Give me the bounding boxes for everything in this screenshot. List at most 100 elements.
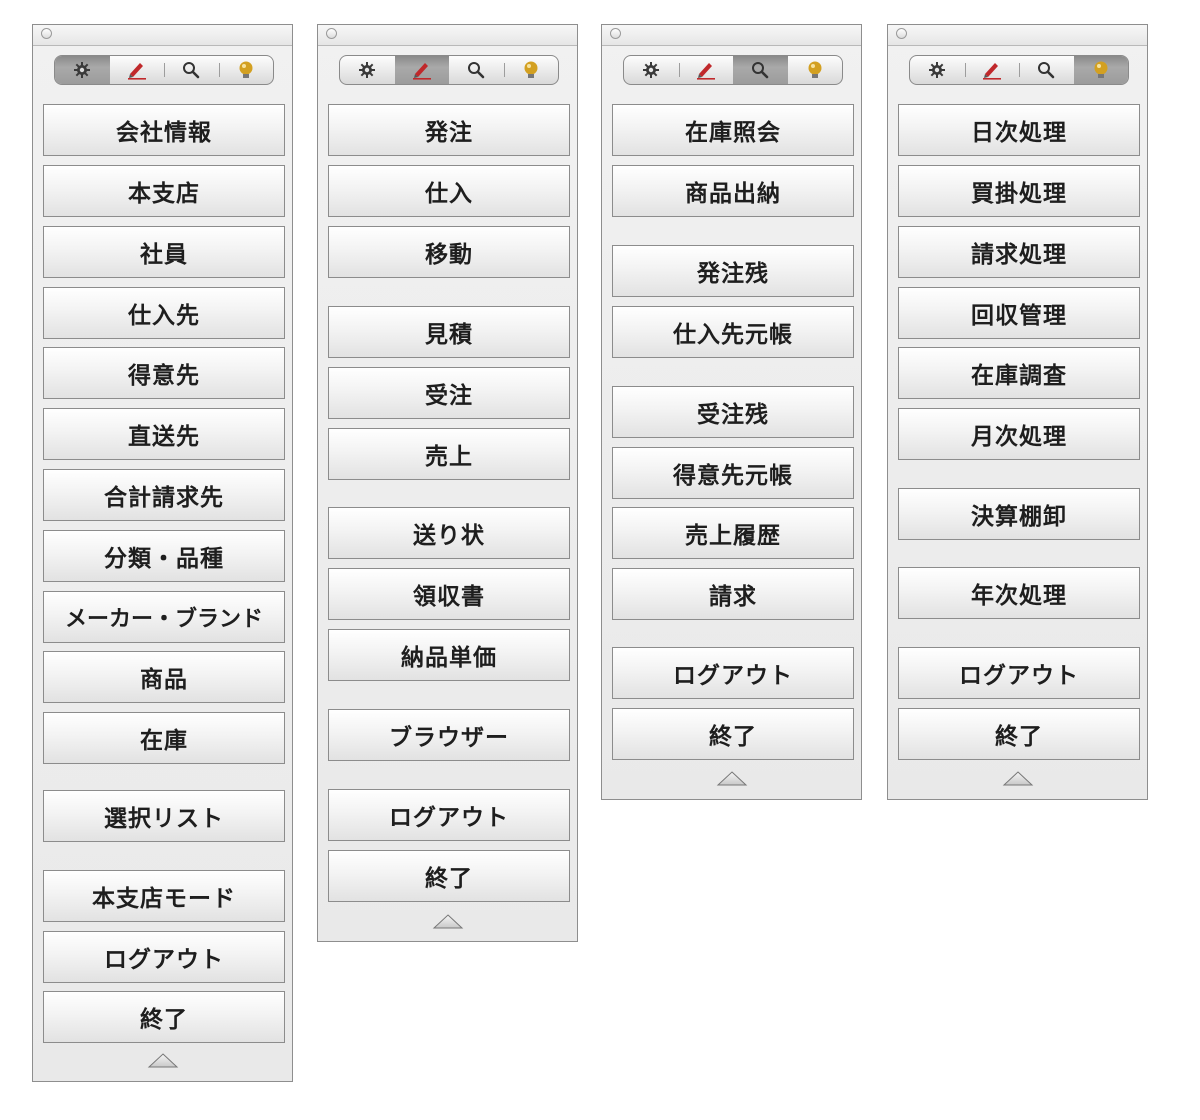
menu-button[interactable]: 売上履歴 — [612, 507, 854, 559]
menu-button[interactable]: 本支店モード — [43, 870, 285, 922]
menu-button[interactable]: 在庫調査 — [898, 347, 1140, 399]
pencil-icon — [126, 60, 148, 80]
menu-button[interactable]: 在庫照会 — [612, 104, 854, 156]
logout-button[interactable]: ログアウト — [898, 647, 1140, 699]
menu-panel-processing: 日次処理 買掛処理 請求処理 回収管理 在庫調査 月次処理 決算棚卸 年次処理 … — [887, 24, 1148, 800]
menu-button[interactable]: 受注 — [328, 367, 570, 419]
logout-button[interactable]: ログアウト — [328, 789, 570, 841]
tab-settings[interactable] — [340, 56, 395, 84]
menu-button[interactable]: 合計請求先 — [43, 469, 285, 521]
tab-tips[interactable] — [218, 56, 274, 84]
tab-tips[interactable] — [503, 56, 559, 84]
collapse-button[interactable] — [888, 771, 1147, 791]
triangle-up-icon — [1001, 770, 1035, 792]
menu-button[interactable]: 請求処理 — [898, 226, 1140, 278]
lightbulb-icon — [1093, 60, 1109, 80]
menu-button[interactable]: 仕入先元帳 — [612, 306, 854, 358]
menu-button[interactable]: 決算棚卸 — [898, 488, 1140, 540]
menu-button[interactable]: 領収書 — [328, 568, 570, 620]
menu-button[interactable]: 売上 — [328, 428, 570, 480]
collapse-button[interactable] — [602, 771, 861, 791]
triangle-up-icon — [431, 913, 465, 935]
menu-button[interactable]: 納品単価 — [328, 629, 570, 681]
menu-button[interactable]: 選択リスト — [43, 790, 285, 842]
menu-button[interactable]: 得意先 — [43, 347, 285, 399]
magnifier-icon — [1037, 61, 1055, 79]
logout-button[interactable]: ログアウト — [43, 931, 285, 983]
menu-button[interactable]: 分類・品種 — [43, 530, 285, 582]
menu-button[interactable]: 受注残 — [612, 386, 854, 438]
tab-tips[interactable] — [788, 56, 843, 84]
collapse-button[interactable] — [33, 1053, 292, 1073]
gear-icon — [928, 61, 946, 79]
tab-settings[interactable] — [910, 56, 965, 84]
logout-button[interactable]: ログアウト — [612, 647, 854, 699]
menu-button[interactable]: 仕入先 — [43, 287, 285, 339]
menu-button[interactable]: 見積 — [328, 306, 570, 358]
tab-tips[interactable] — [1073, 56, 1128, 84]
panel-titlebar — [602, 25, 861, 46]
tab-switcher — [339, 55, 559, 85]
panel-titlebar — [318, 25, 577, 46]
triangle-up-icon — [146, 1052, 180, 1074]
quit-button[interactable]: 終了 — [328, 850, 570, 902]
tab-search[interactable] — [449, 56, 504, 84]
menu-button[interactable]: 商品 — [43, 651, 285, 703]
magnifier-icon — [182, 61, 200, 79]
tab-edit[interactable] — [964, 56, 1020, 84]
quit-button[interactable]: 終了 — [898, 708, 1140, 760]
panel-titlebar — [33, 25, 292, 46]
lightbulb-icon — [238, 60, 254, 80]
tab-search[interactable] — [733, 56, 788, 84]
magnifier-icon — [467, 61, 485, 79]
menu-button[interactable]: 買掛処理 — [898, 165, 1140, 217]
menu-button[interactable]: 商品出納 — [612, 165, 854, 217]
close-button[interactable] — [41, 28, 52, 39]
menu-button[interactable]: 送り状 — [328, 507, 570, 559]
tab-switcher — [909, 55, 1129, 85]
menu-button[interactable]: メーカー・ブランド — [43, 591, 285, 643]
menu-button[interactable]: 発注残 — [612, 245, 854, 297]
menu-button[interactable]: 会社情報 — [43, 104, 285, 156]
menu-button[interactable]: 回収管理 — [898, 287, 1140, 339]
menu-button[interactable]: 仕入 — [328, 165, 570, 217]
lightbulb-icon — [523, 60, 539, 80]
close-button[interactable] — [896, 28, 907, 39]
pencil-icon — [981, 60, 1003, 80]
menu-button[interactable]: 在庫 — [43, 712, 285, 764]
tab-switcher — [54, 55, 274, 85]
close-button[interactable] — [610, 28, 621, 39]
menu-button[interactable]: 日次処理 — [898, 104, 1140, 156]
menu-button[interactable]: 請求 — [612, 568, 854, 620]
panel-titlebar — [888, 25, 1147, 46]
menu-button[interactable]: 社員 — [43, 226, 285, 278]
magnifier-icon — [751, 61, 769, 79]
menu-button[interactable]: 発注 — [328, 104, 570, 156]
menu-panel-inquiry: 在庫照会 商品出納 発注残 仕入先元帳 受注残 得意先元帳 売上履歴 請求 ログ… — [601, 24, 862, 800]
tab-search[interactable] — [1019, 56, 1074, 84]
menu-panel-transactions: 発注 仕入 移動 見積 受注 売上 送り状 領収書 納品単価 ブラウザー ログア… — [317, 24, 578, 942]
gear-icon — [642, 61, 660, 79]
menu-button[interactable]: 移動 — [328, 226, 570, 278]
menu-button[interactable]: 直送先 — [43, 408, 285, 460]
menu-button[interactable]: 年次処理 — [898, 567, 1140, 619]
menu-button[interactable]: 本支店 — [43, 165, 285, 217]
tab-edit[interactable] — [110, 56, 165, 84]
tab-search[interactable] — [164, 56, 219, 84]
lightbulb-icon — [807, 60, 823, 80]
triangle-up-icon — [715, 770, 749, 792]
gear-icon — [358, 61, 376, 79]
tab-settings[interactable] — [624, 56, 679, 84]
close-button[interactable] — [326, 28, 337, 39]
menu-button[interactable]: 得意先元帳 — [612, 447, 854, 499]
tab-settings[interactable] — [55, 56, 110, 84]
tab-edit[interactable] — [678, 56, 734, 84]
quit-button[interactable]: 終了 — [43, 991, 285, 1043]
menu-button[interactable]: 月次処理 — [898, 408, 1140, 460]
gear-icon — [73, 61, 91, 79]
collapse-button[interactable] — [318, 914, 577, 934]
quit-button[interactable]: 終了 — [612, 708, 854, 760]
tab-edit[interactable] — [394, 56, 449, 84]
pencil-icon — [695, 60, 717, 80]
menu-button[interactable]: ブラウザー — [328, 709, 570, 761]
